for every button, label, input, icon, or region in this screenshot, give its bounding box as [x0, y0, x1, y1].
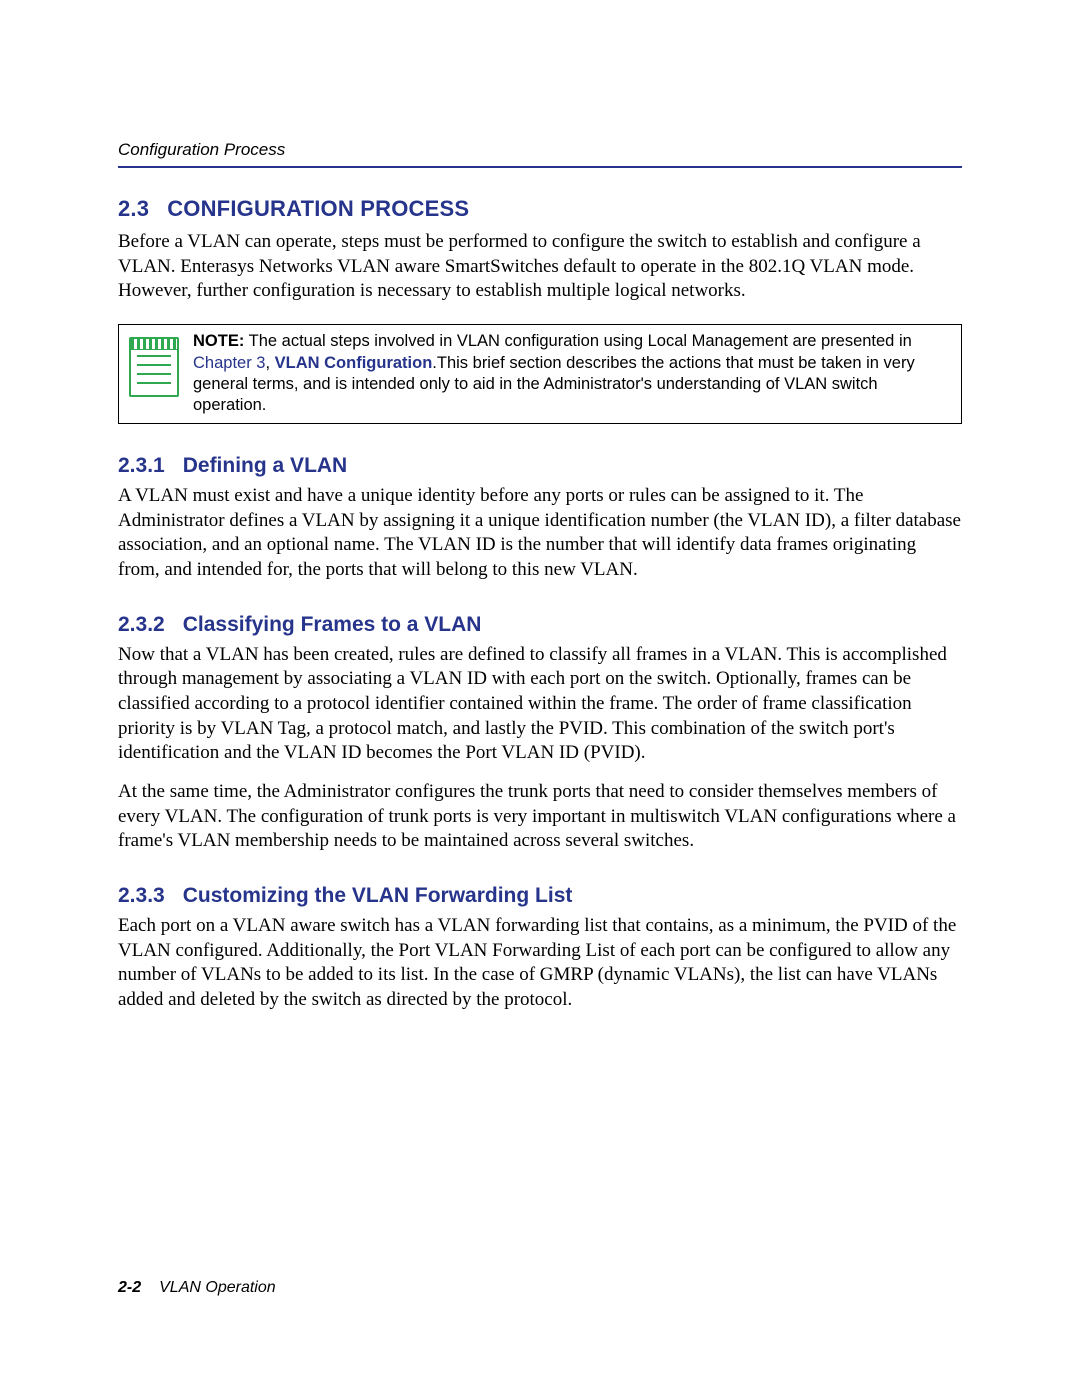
- note-text: NOTE: The actual steps involved in VLAN …: [193, 331, 951, 417]
- note-link-chapter[interactable]: Chapter 3: [193, 354, 265, 372]
- section-number: 2.3: [118, 196, 149, 221]
- section-title: CONFIGURATION PROCESS: [167, 196, 469, 221]
- subsection-number: 2.3.2: [118, 613, 165, 636]
- subsection-2-3-1-body: A VLAN must exist and have a unique iden…: [118, 484, 962, 583]
- subsection-heading-2-3-1: 2.3.1 Defining a VLAN: [118, 454, 962, 478]
- subsection-title: Defining a VLAN: [183, 454, 348, 477]
- page-number: 2-2: [118, 1279, 141, 1296]
- subsection-number: 2.3.1: [118, 454, 165, 477]
- note-pre: The actual steps involved in VLAN config…: [244, 332, 911, 350]
- subsection-heading-2-3-2: 2.3.2 Classifying Frames to a VLAN: [118, 613, 962, 637]
- subsection-2-3-2-body-2: At the same time, the Administrator conf…: [118, 780, 962, 854]
- subsection-title: Classifying Frames to a VLAN: [183, 613, 482, 636]
- section-heading-2-3: 2.3 CONFIGURATION PROCESS: [118, 196, 962, 222]
- subsection-2-3-3-body: Each port on a VLAN aware switch has a V…: [118, 914, 962, 1013]
- running-head: Configuration Process: [118, 140, 962, 168]
- note-link-vlan-config[interactable]: VLAN Configuration: [275, 354, 433, 372]
- section-intro: Before a VLAN can operate, steps must be…: [118, 230, 962, 304]
- note-box: NOTE: The actual steps involved in VLAN …: [118, 324, 962, 424]
- subsection-heading-2-3-3: 2.3.3 Customizing the VLAN Forwarding Lis…: [118, 884, 962, 908]
- note-sep: ,: [265, 354, 274, 372]
- subsection-number: 2.3.3: [118, 884, 165, 907]
- subsection-title: Customizing the VLAN Forwarding List: [183, 884, 573, 907]
- subsection-2-3-2-body-1: Now that a VLAN has been created, rules …: [118, 643, 962, 766]
- page: Configuration Process 2.3 CONFIGURATION P…: [0, 0, 1080, 1397]
- page-footer: 2-2 VLAN Operation: [118, 1279, 276, 1297]
- note-label: NOTE:: [193, 332, 244, 350]
- notepad-icon: [129, 337, 179, 397]
- chapter-name: VLAN Operation: [159, 1279, 276, 1296]
